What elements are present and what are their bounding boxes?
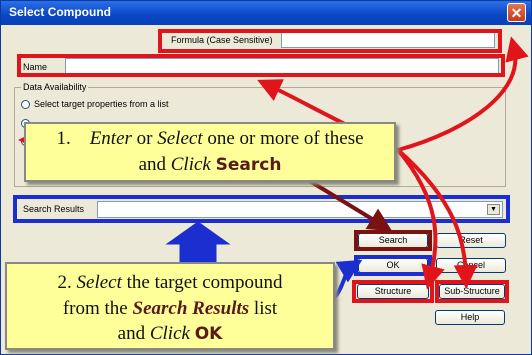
step1-select: Select xyxy=(157,128,203,149)
reset-button[interactable]: Reset xyxy=(436,233,506,248)
step1-click: Click xyxy=(170,154,211,175)
formula-highlight xyxy=(158,29,502,53)
help-button[interactable]: Help xyxy=(435,310,505,325)
title-bar: Select Compound ✕ xyxy=(1,1,531,25)
cancel-button[interactable]: Cancel xyxy=(436,258,506,273)
close-icon[interactable]: ✕ xyxy=(507,3,526,22)
step1-number: 1. xyxy=(56,128,71,149)
sub-structure-highlight xyxy=(435,280,509,303)
callout-step-1: 1. Enter or Select one or more of these … xyxy=(24,122,396,182)
step1-rest: one or more of these xyxy=(207,128,364,149)
step2-number: 2. xyxy=(57,272,72,293)
step2-action: OK xyxy=(194,324,223,344)
step2-from-the: from the xyxy=(62,298,128,319)
chevron-down-icon[interactable]: ▼ xyxy=(487,204,500,215)
ok-highlight xyxy=(354,255,432,276)
step2-select: Select xyxy=(76,272,122,293)
callout-step-2: 2. Select the target compound from the S… xyxy=(5,262,335,350)
structure-highlight xyxy=(352,280,434,303)
step1-or: or xyxy=(136,128,153,149)
search-results-dropdown[interactable]: ▼ xyxy=(97,201,503,218)
step2-list: list xyxy=(253,298,278,319)
step1-and: and xyxy=(138,154,166,175)
radio-option-1[interactable] xyxy=(21,100,30,109)
search-highlight xyxy=(354,230,432,251)
step1-action: Search xyxy=(215,155,282,175)
search-results-label: Search Results xyxy=(23,204,85,214)
step2-click: Click xyxy=(149,323,190,344)
step2-and: and xyxy=(117,323,146,344)
step2-list-name: Search Results xyxy=(132,298,250,319)
data-availability-label: Data Availability xyxy=(21,82,89,92)
window-title: Select Compound xyxy=(9,5,112,19)
name-highlight xyxy=(17,54,505,77)
radio-option-1-label: Select target properties from a list xyxy=(34,99,169,109)
step2-rest1: the target compound xyxy=(126,272,283,293)
step1-enter: Enter xyxy=(89,128,132,149)
